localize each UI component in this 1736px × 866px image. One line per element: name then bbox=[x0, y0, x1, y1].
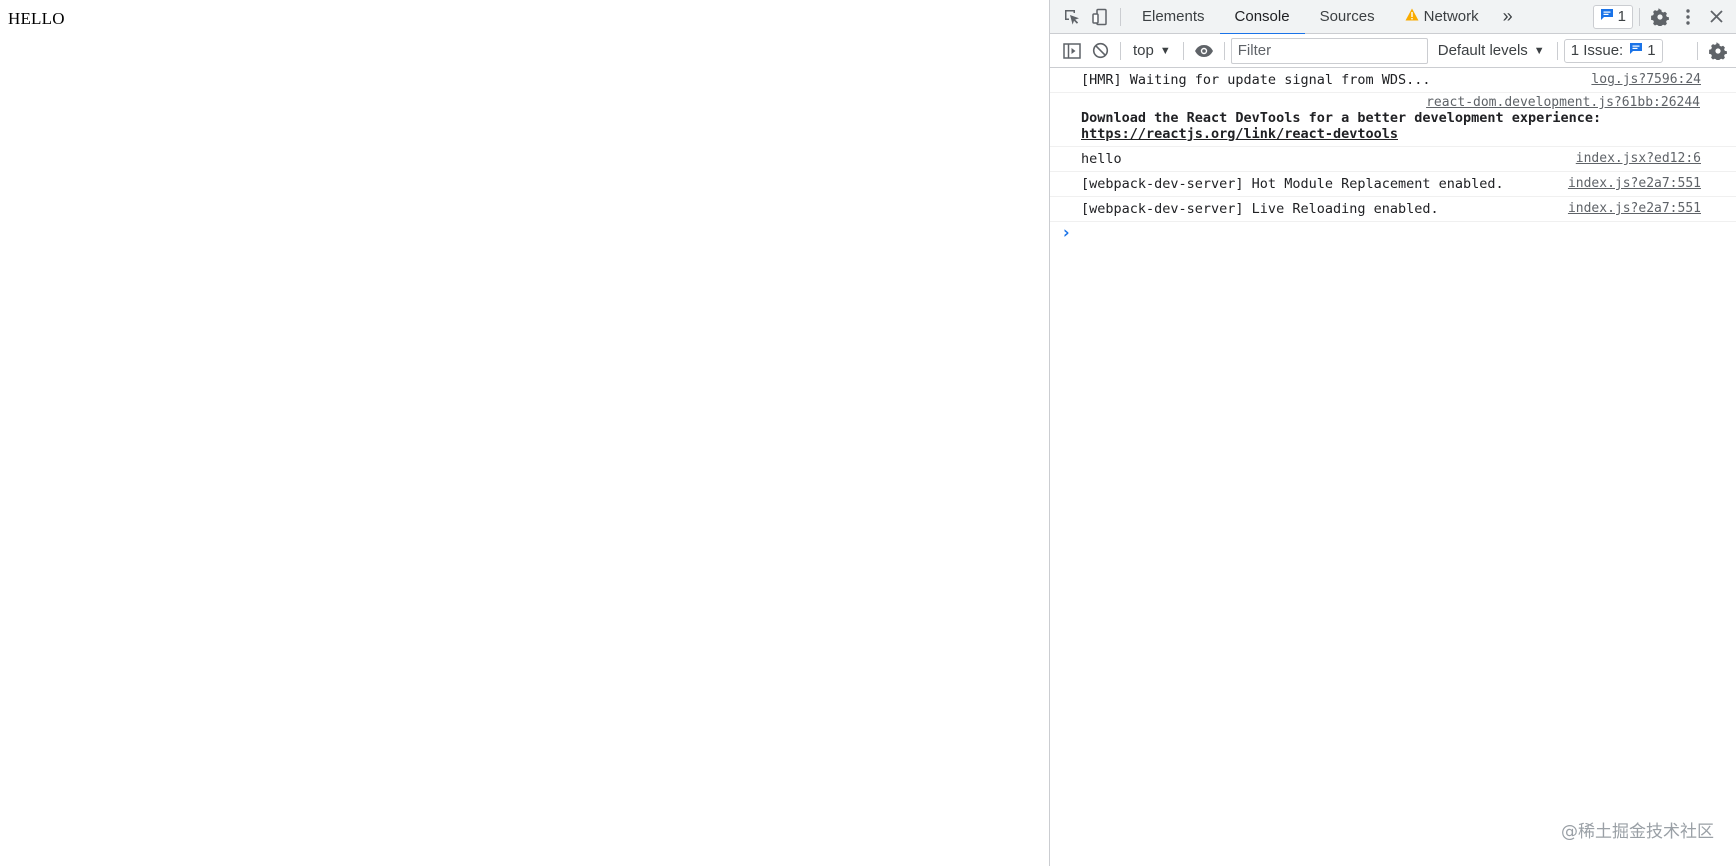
console-settings-gear-icon[interactable] bbox=[1704, 37, 1732, 65]
caret-down-icon: ▼ bbox=[1533, 44, 1545, 57]
sidebar-toggle-icon[interactable] bbox=[1058, 37, 1086, 65]
caret-down-icon: ▼ bbox=[1159, 44, 1171, 57]
toolbar-divider bbox=[1223, 41, 1225, 60]
messages-badge[interactable]: 1 bbox=[1592, 4, 1633, 29]
toolbar-divider bbox=[1639, 7, 1640, 26]
log-levels-label: Default levels bbox=[1437, 42, 1528, 59]
tab-network-label: Network bbox=[1423, 8, 1479, 25]
issues-count: 1 bbox=[1647, 42, 1656, 59]
context-label: top bbox=[1133, 42, 1154, 59]
message-text: Download the React DevTools for a better… bbox=[1081, 110, 1610, 126]
filter-input[interactable] bbox=[1230, 37, 1428, 64]
devtools-panel: Elements Console Sources Network » 1 top… bbox=[1049, 0, 1736, 866]
tab-console[interactable]: Console bbox=[1219, 0, 1305, 35]
kebab-menu-icon[interactable] bbox=[1674, 3, 1702, 31]
message-text: [HMR] Waiting for update signal from WDS… bbox=[1081, 72, 1431, 88]
console-prompt[interactable]: › bbox=[1050, 222, 1736, 244]
device-toolbar-icon[interactable] bbox=[1086, 3, 1114, 31]
log-levels-dropdown[interactable]: Default levels ▼ bbox=[1432, 42, 1551, 59]
devtools-link[interactable]: https://reactjs.org/link/react-devtools bbox=[1081, 126, 1398, 142]
console-message: react-dom.development.js?61bb:26244 Down… bbox=[1050, 93, 1736, 147]
more-tabs-icon[interactable]: » bbox=[1494, 3, 1522, 31]
toolbar-divider bbox=[1182, 41, 1184, 60]
prompt-chevron-icon: › bbox=[1061, 223, 1072, 243]
page-viewport: HELLO bbox=[0, 0, 1049, 866]
message-icon bbox=[1629, 42, 1643, 59]
console-message: [webpack-dev-server] Live Reloading enab… bbox=[1050, 197, 1736, 222]
issues-label: 1 Issue: bbox=[1570, 42, 1624, 59]
devtools-tabbar: Elements Console Sources Network » 1 bbox=[1050, 0, 1736, 35]
message-text: hello bbox=[1081, 151, 1122, 167]
source-link[interactable]: index.js?e2a7:551 bbox=[1568, 176, 1701, 191]
tab-network[interactable]: Network bbox=[1390, 0, 1494, 34]
source-link[interactable]: react-dom.development.js?61bb:26244 bbox=[1081, 95, 1700, 110]
console-toolbar: top ▼ Default levels ▼ 1 Issue: 1 bbox=[1050, 34, 1736, 68]
warning-icon bbox=[1405, 8, 1419, 25]
message-text: [webpack-dev-server] Live Reloading enab… bbox=[1081, 201, 1439, 217]
console-message: hello index.jsx?ed12:6 bbox=[1050, 147, 1736, 172]
settings-gear-icon[interactable] bbox=[1646, 3, 1674, 31]
issues-button[interactable]: 1 Issue: 1 bbox=[1563, 38, 1663, 63]
console-message: [HMR] Waiting for update signal from WDS… bbox=[1050, 68, 1736, 93]
tab-elements[interactable]: Elements bbox=[1127, 0, 1220, 34]
console-message: [webpack-dev-server] Hot Module Replacem… bbox=[1050, 172, 1736, 197]
tab-sources[interactable]: Sources bbox=[1305, 0, 1390, 34]
source-link[interactable]: index.js?e2a7:551 bbox=[1568, 201, 1701, 216]
console-messages: [HMR] Waiting for update signal from WDS… bbox=[1050, 68, 1736, 244]
toolbar-divider bbox=[1120, 7, 1121, 26]
toolbar-divider bbox=[1556, 41, 1558, 60]
toolbar-divider bbox=[1697, 41, 1698, 60]
source-link[interactable]: index.jsx?ed12:6 bbox=[1576, 151, 1701, 166]
eye-icon[interactable] bbox=[1190, 37, 1218, 65]
inspect-element-icon[interactable] bbox=[1058, 3, 1086, 31]
page-heading: HELLO bbox=[8, 9, 65, 28]
context-selector[interactable]: top ▼ bbox=[1127, 42, 1177, 59]
clear-console-icon[interactable] bbox=[1086, 37, 1114, 65]
close-icon[interactable] bbox=[1702, 3, 1730, 31]
toolbar-divider bbox=[1120, 41, 1121, 60]
watermark: @稀土掘金技术社区 bbox=[1561, 822, 1714, 842]
messages-count: 1 bbox=[1617, 8, 1626, 25]
source-link[interactable]: log.js?7596:24 bbox=[1591, 72, 1701, 87]
message-icon bbox=[1600, 8, 1614, 25]
message-text: [webpack-dev-server] Hot Module Replacem… bbox=[1081, 176, 1504, 192]
